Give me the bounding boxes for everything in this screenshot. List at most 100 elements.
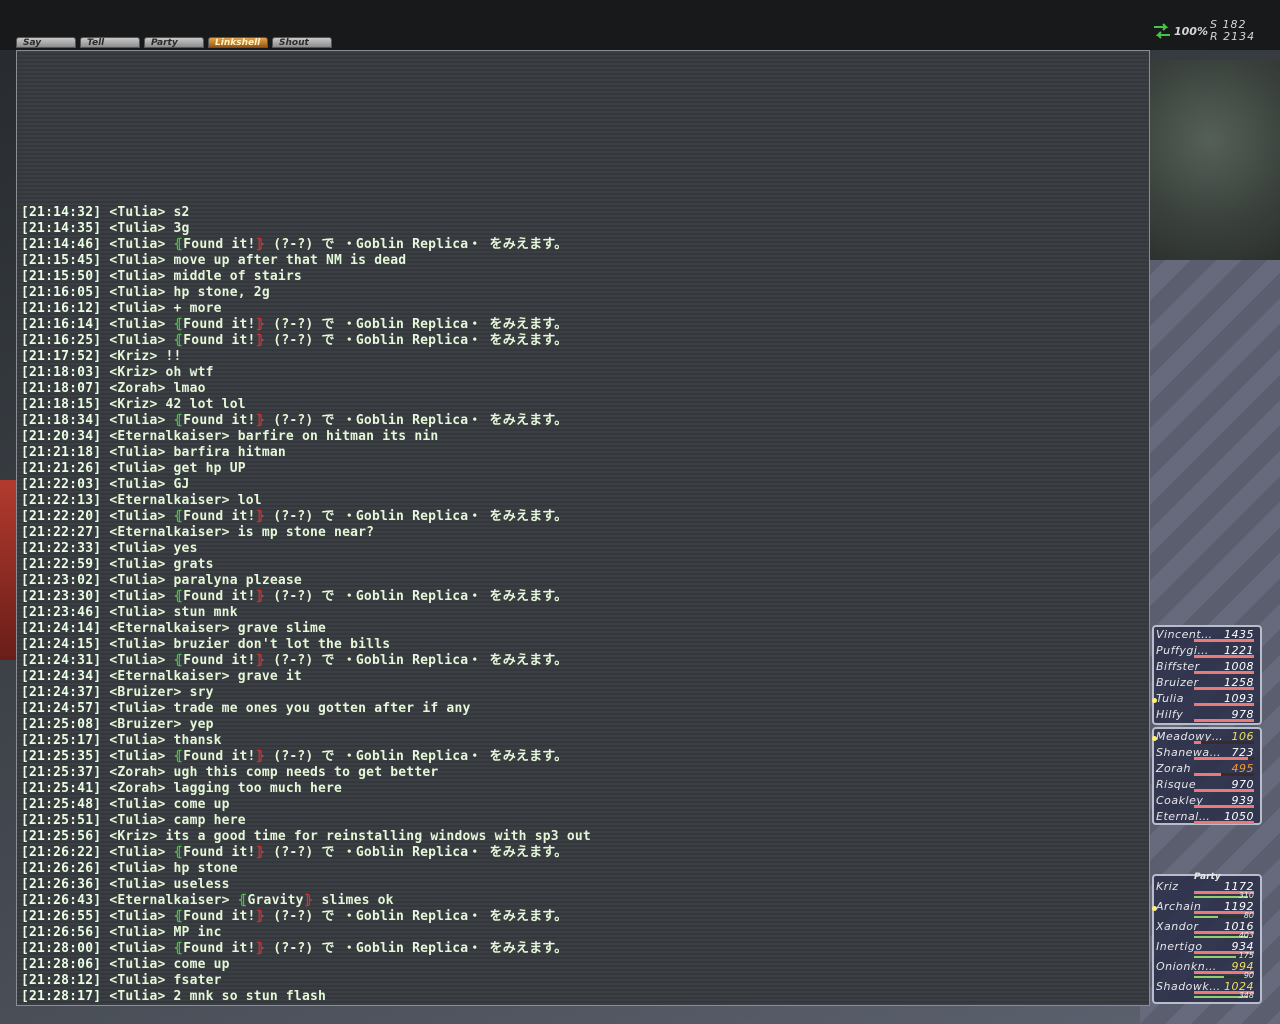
chat-line: [21:28:06] <Tulia> come up <box>21 957 1141 973</box>
autotranslate-phrase: Found it! <box>183 589 256 604</box>
party-member[interactable]: Meadowy… 106 <box>1152 730 1260 746</box>
member-name: Zorah <box>1156 762 1192 775</box>
chat-timestamp: [21:24:34] <box>21 669 102 684</box>
party-member[interactable]: Kriz 1172 310 <box>1154 880 1260 900</box>
member-mp: 348 <box>1238 991 1254 1000</box>
chat-speaker: <Tulia> <box>109 653 174 668</box>
chat-line: [21:22:20] <Tulia> ⦃Found it!⦄ (?-?) で ・… <box>21 509 1141 525</box>
chat-timestamp: [21:25:51] <box>21 813 102 828</box>
chat-timestamp: [21:28:12] <box>21 973 102 988</box>
party-list: Party Kriz 1172 310 Archain 1192 80 Xandor 1016… <box>1152 872 1262 1004</box>
autotranslate-phrase: Found it! <box>183 845 256 860</box>
alliance-party-1: Vincent… 1435 Puffygi… 1221 Biffster 1008 Brui… <box>1152 625 1262 725</box>
member-name: Bruizer <box>1156 676 1199 689</box>
chat-line: [21:17:52] <Kriz> !! <box>21 349 1141 365</box>
chat-speaker: <Tulia> <box>109 509 174 524</box>
chat-message: (?-?) で ・Goblin Replica・ をみえます。 <box>265 653 568 668</box>
party-member[interactable]: Puffygi… 1221 <box>1154 644 1260 660</box>
chat-message: <Tulia> camp here <box>109 813 246 828</box>
chat-message: <Tulia> MP inc <box>109 925 222 940</box>
chat-timestamp: [21:25:08] <box>21 717 102 732</box>
chat-timestamp: [21:22:33] <box>21 541 102 556</box>
chat-line: [21:25:48] <Tulia> come up <box>21 797 1141 813</box>
chat-timestamp: [21:18:34] <box>21 413 102 428</box>
chat-line: [21:28:00] <Tulia> ⦃Found it!⦄ (?-?) で ・… <box>21 941 1141 957</box>
autotranslate-phrase: Found it! <box>183 333 256 348</box>
chat-line: [21:22:59] <Tulia> grats <box>21 557 1141 573</box>
chat-timestamp: [21:25:37] <box>21 765 102 780</box>
chat-message: <Tulia> come up <box>109 957 230 972</box>
autotranslate-close-icon: ⦄ <box>255 941 266 956</box>
party-member[interactable]: Inertigo 934 175 <box>1154 940 1260 960</box>
chat-message: <Tulia> fsater <box>109 973 222 988</box>
mp-bar-fill <box>1194 916 1218 918</box>
chat-message: <Tulia> yes <box>109 541 198 556</box>
autotranslate-close-icon: ⦄ <box>255 317 266 332</box>
party-member[interactable]: Risque 970 <box>1154 778 1260 794</box>
member-name: Hilfy <box>1156 708 1184 721</box>
chat-timestamp: [21:14:46] <box>21 237 102 252</box>
chat-speaker: <Tulia> <box>109 845 174 860</box>
party-member[interactable]: Eternal… 1050 <box>1154 810 1260 826</box>
chat-message: (?-?) で ・Goblin Replica・ をみえます。 <box>265 589 568 604</box>
autotranslate-open-icon: ⦃ <box>237 893 248 908</box>
tab-party[interactable]: Party <box>144 37 204 48</box>
chat-message: <Kriz> 42 lot lol <box>109 397 246 412</box>
chat-message: <Kriz> its a good time for reinstalling … <box>109 829 591 844</box>
party-member[interactable]: Shanewa… 723 <box>1154 746 1260 762</box>
party-member[interactable]: Onionkn… 994 90 <box>1154 960 1260 980</box>
hp-bar-fill <box>1194 773 1221 776</box>
chat-timestamp: [21:24:57] <box>21 701 102 716</box>
chat-message: <Bruizer> yep <box>109 717 214 732</box>
party-member[interactable]: Vincent… 1435 <box>1154 628 1260 644</box>
party-member[interactable]: Bruizer 1258 <box>1154 676 1260 692</box>
tab-say[interactable]: Say <box>16 37 76 48</box>
chat-message: <Tulia> thansk <box>109 733 222 748</box>
party-member[interactable]: Xandor 1016 403 <box>1154 920 1260 940</box>
member-hp: 978 <box>1231 708 1254 721</box>
chat-line: [21:20:34] <Eternalkaiser> barfire on hi… <box>21 429 1141 445</box>
chat-timestamp: [21:22:27] <box>21 525 102 540</box>
chat-log: [21:14:32] <Tulia> s2 [21:14:35] <Tulia> … <box>21 205 1141 1005</box>
party-member[interactable]: Tulia 1093 <box>1152 692 1260 708</box>
chat-line: [21:16:12] <Tulia> + more <box>21 301 1141 317</box>
tab-shout[interactable]: Shout <box>272 37 332 48</box>
party-member[interactable]: Zorah 495 <box>1154 762 1260 778</box>
chat-message: <Zorah> lmao <box>109 381 206 396</box>
autotranslate-close-icon: ⦄ <box>255 589 266 604</box>
chat-message: <Tulia> trade me ones you gotten after i… <box>109 701 471 716</box>
chat-message: <Tulia> get hp UP <box>109 461 246 476</box>
chat-speaker: <Tulia> <box>109 317 174 332</box>
party-member[interactable]: Archain 1192 80 <box>1152 900 1260 920</box>
party-member[interactable]: Biffster 1008 <box>1154 660 1260 676</box>
chat-timestamp: [21:14:35] <box>21 221 102 236</box>
party-member[interactable]: Hilfy 978 <box>1154 708 1260 724</box>
chat-timestamp: [21:28:00] <box>21 941 102 956</box>
party-member[interactable]: Shadowk… 1024 348 <box>1154 980 1260 1000</box>
chat-timestamp: [21:15:45] <box>21 253 102 268</box>
tab-linkshell[interactable]: Linkshell <box>208 37 268 48</box>
chat-speaker: <Tulia> <box>109 909 174 924</box>
member-name: Xandor <box>1156 920 1199 933</box>
autotranslate-phrase: Found it! <box>183 317 256 332</box>
chat-line: [21:24:57] <Tulia> trade me ones you got… <box>21 701 1141 717</box>
chat-timestamp: [21:18:03] <box>21 365 102 380</box>
tab-tell[interactable]: Tell <box>80 37 140 48</box>
chat-timestamp: [21:17:52] <box>21 349 102 364</box>
chat-timestamp: [21:25:35] <box>21 749 102 764</box>
chat-timestamp: [21:24:15] <box>21 637 102 652</box>
chat-timestamp: [21:24:31] <box>21 653 102 668</box>
chat-log-window[interactable]: [21:14:32] <Tulia> s2 [21:14:35] <Tulia> … <box>16 50 1150 1006</box>
autotranslate-phrase: Found it! <box>183 237 256 252</box>
party-member[interactable]: Coakley 939 <box>1154 794 1260 810</box>
chat-speaker: <Tulia> <box>109 237 174 252</box>
chat-line: [21:22:03] <Tulia> GJ <box>21 477 1141 493</box>
chat-message: (?-?) で ・Goblin Replica・ をみえます。 <box>265 317 568 332</box>
chat-line: [21:26:43] <Eternalkaiser> ⦃Gravity⦄ sli… <box>21 893 1141 909</box>
chat-message: (?-?) で ・Goblin Replica・ をみえます。 <box>265 941 568 956</box>
chat-line: [21:18:07] <Zorah> lmao <box>21 381 1141 397</box>
chat-timestamp: [21:23:46] <box>21 605 102 620</box>
autotranslate-close-icon: ⦄ <box>255 333 266 348</box>
chat-line: [21:26:55] <Tulia> ⦃Found it!⦄ (?-?) で ・… <box>21 909 1141 925</box>
autotranslate-open-icon: ⦃ <box>173 909 184 924</box>
